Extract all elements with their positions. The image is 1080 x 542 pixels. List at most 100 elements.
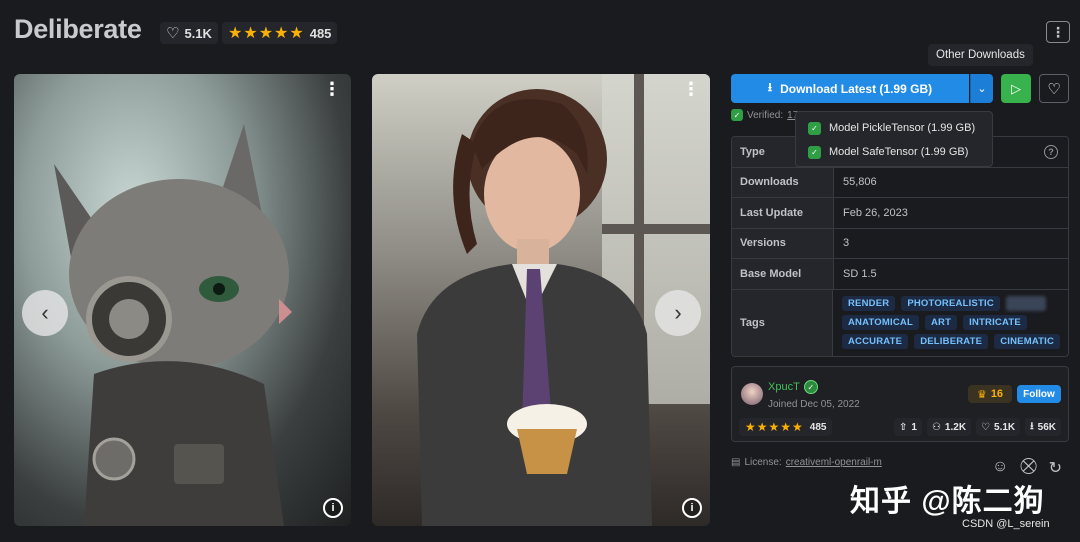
details-value: SD 1.5 (843, 267, 877, 280)
download-options-button[interactable]: ⌄ (970, 74, 993, 103)
cart-off-icon: ⛒ (1020, 458, 1037, 475)
details-key: Last Update (732, 198, 834, 228)
details-key: Downloads (732, 167, 834, 197)
gallery-next-button[interactable]: › (655, 290, 701, 336)
more-menu-button[interactable]: ⋮ (1046, 21, 1070, 43)
menu-item-safetensor[interactable]: ✓ Model SafeTensor (1.99 GB) (796, 140, 992, 164)
details-key: Versions (732, 228, 834, 258)
star-rating-icon: ★★★★★ (745, 420, 804, 434)
image-info-icon[interactable]: i (682, 498, 702, 518)
details-value: 3 (843, 237, 850, 250)
creator-name-row[interactable]: XpucT ✓ (768, 380, 818, 394)
image-info-icon[interactable]: i (323, 498, 343, 518)
image-menu-icon[interactable]: ⋮ (323, 80, 341, 98)
stat-uploads: ⇧ 1 (894, 418, 922, 436)
run-button[interactable]: ▷ (1001, 74, 1031, 103)
creator-rank-badge: ♛ 16 (968, 385, 1012, 403)
page-title: Deliberate (14, 14, 142, 44)
stat-value: 5.1K (994, 421, 1016, 433)
upload-icon: ⇧ (899, 421, 908, 433)
refresh-off-icon: ↻ (1048, 460, 1063, 477)
permission-icons: ☺ ⛒ ↻ (992, 458, 1062, 478)
details-value: 55,806 (843, 176, 877, 189)
tag-blurred[interactable] (1005, 296, 1046, 311)
play-icon: ▷ (1011, 80, 1021, 96)
user-check-icon: ☺ (992, 458, 1009, 475)
menu-item-label: Model PickleTensor (1.99 GB) (829, 122, 976, 134)
shield-check-icon: ✓ (731, 109, 743, 121)
stat-followers: ⚇ 1.2K (926, 418, 972, 436)
creator-joined: Joined Dec 05, 2022 (768, 399, 860, 410)
watermark-zhihu: 知乎 @陈二狗 (850, 485, 1045, 518)
stat-likes: ♡ 5.1K (976, 418, 1021, 436)
details-row-versions: Versions 3 (732, 228, 1068, 259)
heart-icon: ♡ (1047, 80, 1061, 98)
license-icon: ▤ (731, 457, 741, 468)
tag[interactable]: DELIBERATE (914, 334, 989, 349)
license-link[interactable]: creativeml-openrail-m (786, 457, 882, 468)
chevron-left-icon: ‹ (41, 300, 49, 325)
shield-check-icon: ✓ (808, 145, 821, 159)
heart-icon: ♡ (166, 25, 180, 42)
tag[interactable]: RENDER (842, 296, 896, 311)
tag[interactable]: PHOTOREALISTIC (901, 296, 1000, 311)
likes-badge[interactable]: ♡ 5.1K (160, 22, 218, 44)
tag[interactable]: CINEMATIC (994, 334, 1061, 349)
verified-label: Verified: (747, 109, 784, 121)
license-row: ▤ License: creativeml-openrail-m (731, 457, 882, 468)
verified-status: ✓ Verified: 17 (731, 109, 798, 121)
details-key: Base Model (732, 259, 834, 289)
download-icon: ⭳ (1030, 420, 1034, 432)
details-value: Feb 26, 2023 (843, 206, 908, 219)
license-label: License: (744, 457, 782, 468)
details-value: RENDER PHOTOREALISTIC ANATOMICAL ART INT… (833, 290, 1068, 356)
rating-badge[interactable]: ★★★★★ 485 (222, 22, 338, 44)
menu-item-label: Model SafeTensor (1.99 GB) (829, 146, 969, 158)
details-row-base-model: Base Model SD 1.5 (732, 259, 1068, 290)
rank-number: 16 (990, 388, 1004, 400)
gallery-prev-button[interactable]: ‹ (22, 290, 68, 336)
chevron-down-icon: ⌄ (977, 83, 987, 95)
stat-value: 1 (911, 421, 917, 433)
heart-icon: ♡ (981, 421, 991, 433)
details-row-tags: Tags RENDER PHOTOREALISTIC ANATOMICAL AR… (732, 289, 1068, 356)
stat-value: 56K (1037, 421, 1056, 433)
watermark-csdn: CSDN @L_serein (962, 518, 1050, 530)
creator-badge-icon: ✓ (803, 380, 818, 394)
tag-list: RENDER PHOTOREALISTIC ANATOMICAL ART INT… (842, 290, 1068, 355)
creator-name[interactable]: XpucT (768, 381, 800, 393)
rating-count: 485 (309, 25, 332, 41)
details-key: Tags (732, 289, 833, 356)
tag[interactable]: INTRICATE (963, 315, 1027, 330)
avatar[interactable] (741, 383, 763, 405)
image-menu-icon[interactable]: ⋮ (682, 80, 700, 98)
creator-stats: ⇧ 1 ⚇ 1.2K ♡ 5.1K ⭳ 56K (894, 418, 1061, 436)
download-latest-button[interactable]: ⭳ Download Latest (1.99 GB) (731, 74, 969, 103)
stat-downloads: ⭳ 56K (1025, 418, 1061, 436)
tag[interactable]: ART (924, 315, 958, 330)
other-downloads-menu: ✓ Model PickleTensor (1.99 GB) ✓ Model S… (795, 111, 993, 167)
help-icon[interactable]: ? (1044, 145, 1058, 159)
creator-card: XpucT ✓ Joined Dec 05, 2022 ♛ 16 Follow … (731, 366, 1069, 442)
download-icon: ⭳ (767, 80, 773, 94)
kebab-icon: ⋮ (1051, 23, 1065, 40)
tag[interactable]: ANATOMICAL (842, 315, 919, 330)
details-row-last-update: Last Update Feb 26, 2023 (732, 198, 1068, 229)
shield-check-icon: ✓ (808, 121, 821, 135)
creator-rating: ★★★★★ 485 (739, 418, 833, 436)
stat-value: 1.2K (944, 421, 967, 433)
model-details-table: Type ? Downloads 55,806 Last Update Feb … (731, 136, 1069, 357)
rating-count: 485 (809, 421, 827, 433)
star-rating-icon: ★★★★★ (228, 25, 305, 42)
follow-button[interactable]: Follow (1017, 385, 1061, 403)
crown-icon: ♛ (976, 388, 987, 401)
tag[interactable]: ACCURATE (842, 334, 909, 349)
likes-count: 5.1K (184, 25, 212, 41)
chevron-right-icon: › (674, 300, 682, 325)
menu-item-pickletensor[interactable]: ✓ Model PickleTensor (1.99 GB) (796, 116, 992, 140)
download-label: Download Latest (1.99 GB) (780, 81, 933, 96)
details-row-downloads: Downloads 55,806 (732, 167, 1068, 198)
users-icon: ⚇ (931, 421, 941, 433)
favorite-button[interactable]: ♡ (1039, 74, 1069, 103)
tooltip-other-downloads: Other Downloads (928, 44, 1033, 66)
